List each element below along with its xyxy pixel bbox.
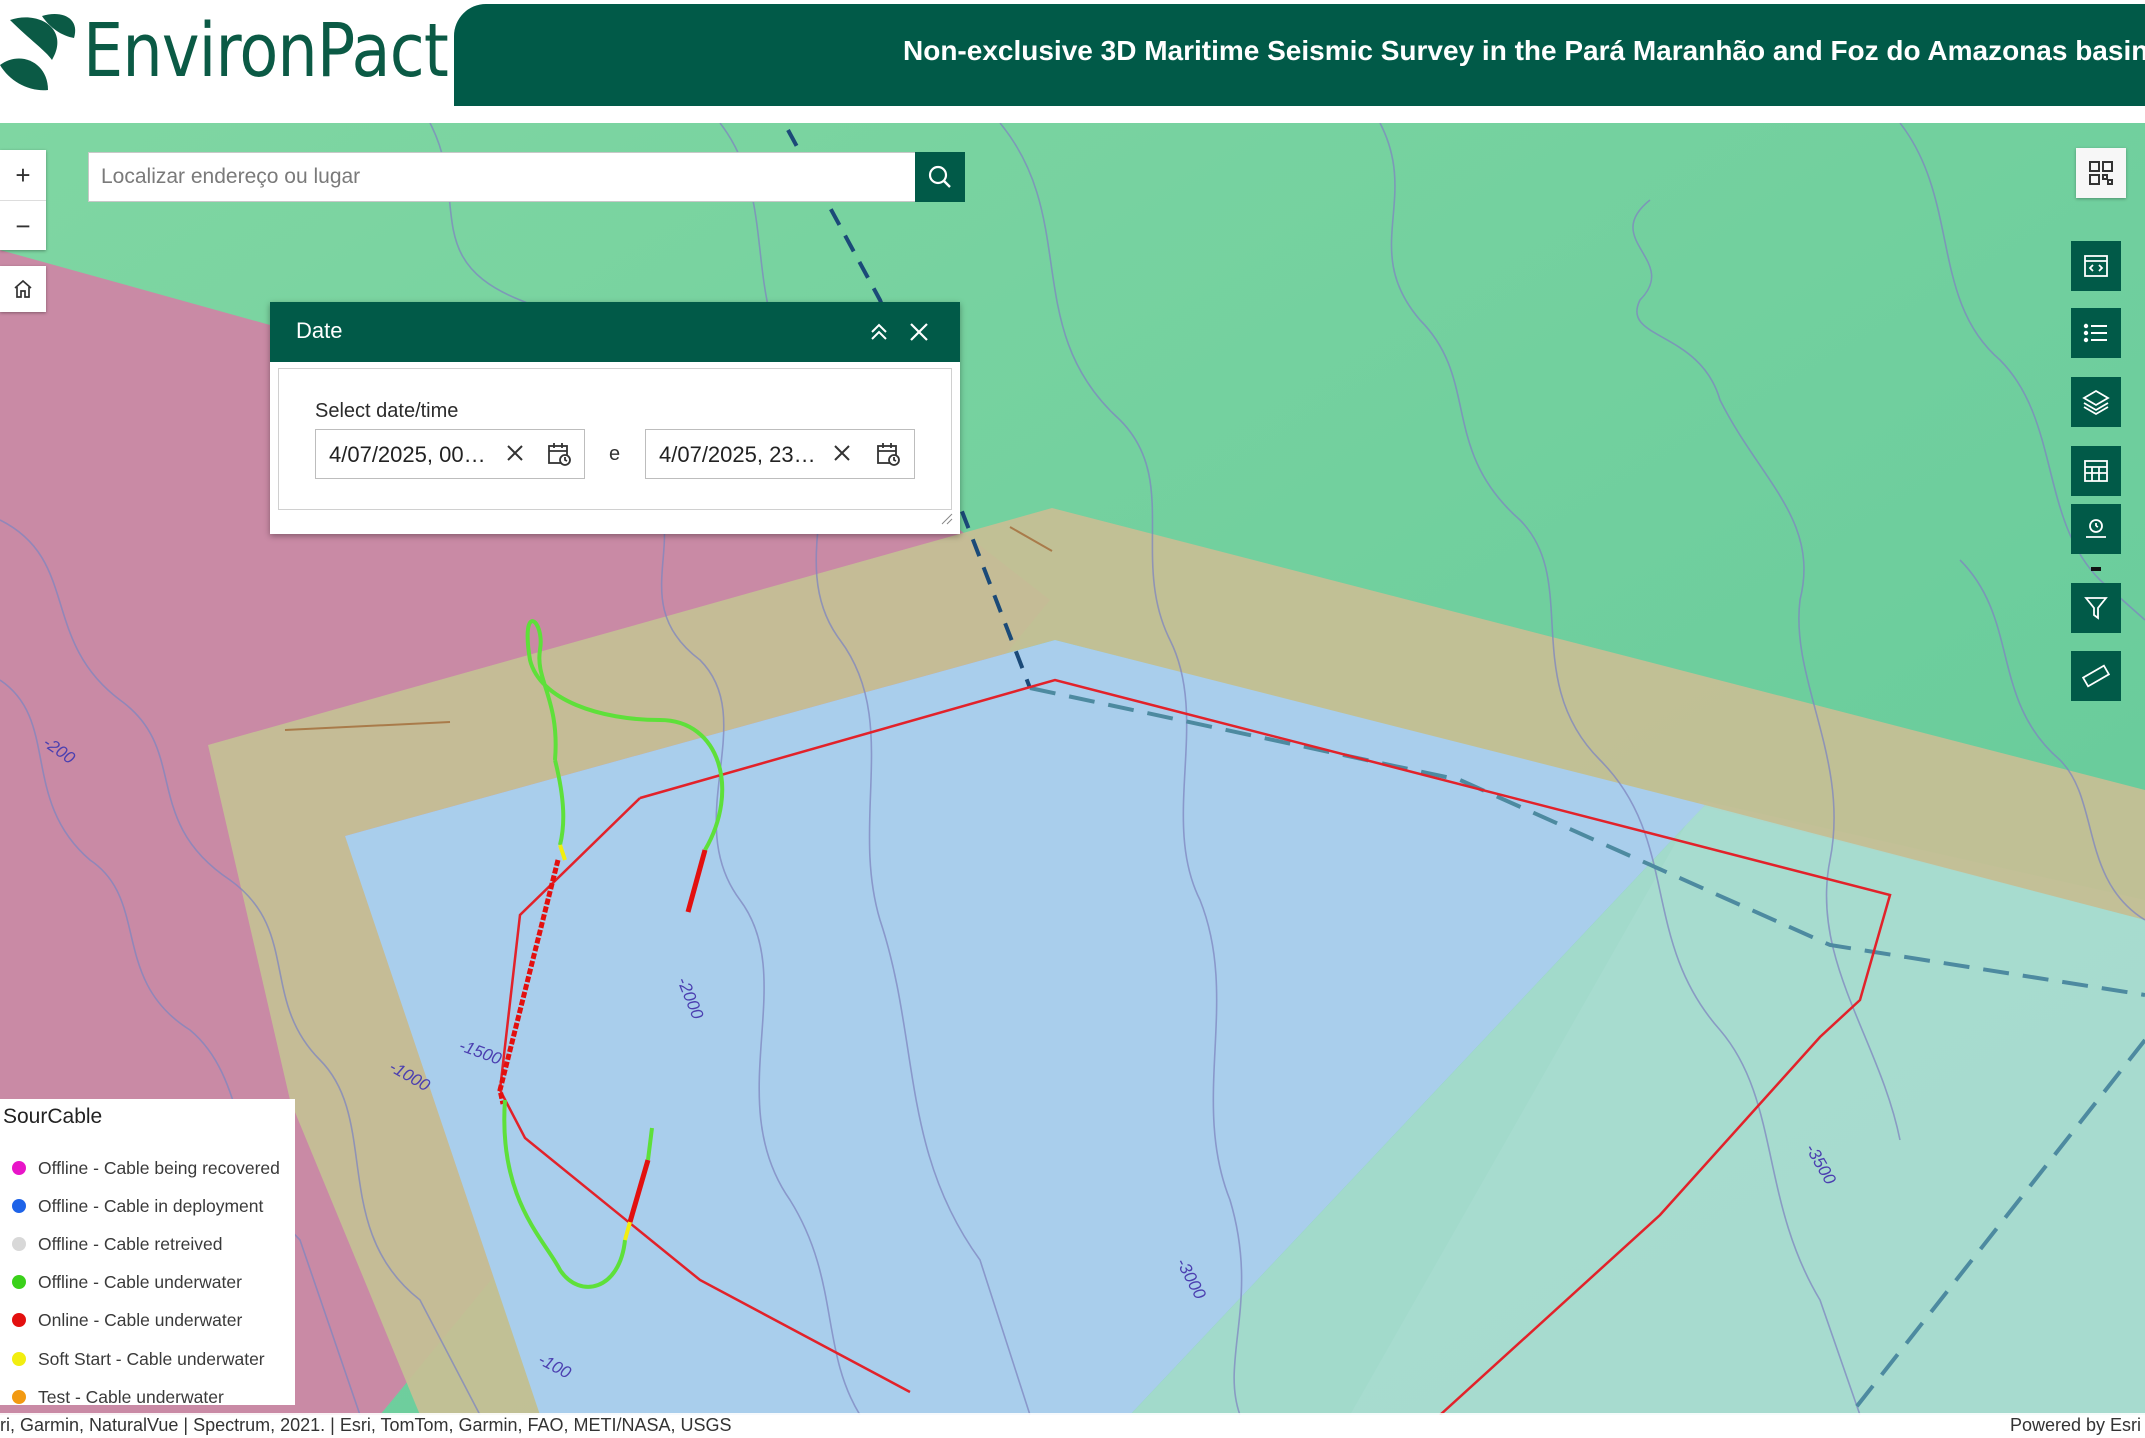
legend-swatch — [12, 1352, 26, 1366]
legend-label: Online - Cable underwater — [38, 1309, 243, 1330]
legend-label: Test - Cable underwater — [38, 1386, 224, 1407]
legend-label: Soft Start - Cable underwater — [38, 1348, 265, 1369]
legend-label: Offline - Cable in deployment — [38, 1195, 264, 1216]
legend-item: Offline - Cable being recovered — [12, 1156, 280, 1180]
measure-icon — [2082, 664, 2110, 688]
table-button[interactable] — [2071, 446, 2121, 496]
legend: SourCable Offline - Cable being recovere… — [0, 1099, 295, 1407]
search-input[interactable] — [89, 153, 915, 201]
legend-swatch — [12, 1199, 26, 1213]
resize-handle-icon[interactable] — [940, 512, 954, 526]
powered-by-link[interactable]: Powered by Esri — [2010, 1415, 2141, 1436]
legend-item: Online - Cable underwater — [12, 1308, 242, 1332]
layers-button[interactable] — [2071, 377, 2121, 427]
close-icon[interactable] — [907, 320, 931, 344]
legend-item: Offline - Cable retreived — [12, 1232, 223, 1256]
calendar-icon[interactable] — [546, 441, 572, 467]
legend-item: Offline - Cable in deployment — [12, 1194, 263, 1218]
date-separator: e — [609, 443, 621, 465]
legend-label: Offline - Cable being recovered — [38, 1157, 280, 1178]
logo: EnvironPact — [0, 0, 455, 123]
qr-code-button[interactable] — [2076, 148, 2126, 198]
embed-icon — [2084, 255, 2108, 277]
legend-title: SourCable — [3, 1105, 103, 1128]
date-label: Select date/time — [315, 400, 459, 422]
search-icon — [928, 165, 951, 188]
zoom-in-button[interactable]: + — [0, 150, 46, 201]
list-icon — [2083, 323, 2107, 343]
zoom-controls: + − — [0, 150, 46, 250]
attribution-text: ri, Garmin, NaturalVue | Spectrum, 2021.… — [0, 1415, 732, 1435]
legend-item: Soft Start - Cable underwater — [12, 1347, 265, 1371]
home-button[interactable] — [0, 266, 46, 312]
legend-swatch — [12, 1237, 26, 1251]
app-header: EnvironPact Non-exclusive 3D Maritime Se… — [0, 0, 2145, 123]
calendar-icon[interactable] — [875, 441, 901, 467]
clear-icon[interactable] — [830, 441, 854, 465]
end-date-field[interactable]: 4/07/2025, 23… — [645, 429, 915, 479]
qr-code-icon — [2089, 161, 2113, 185]
list-button[interactable] — [2071, 308, 2121, 358]
page-title: Non-exclusive 3D Maritime Seismic Survey… — [903, 35, 2145, 66]
collapse-icon[interactable] — [867, 320, 891, 344]
location-button[interactable] — [2071, 504, 2121, 554]
search-box — [88, 152, 916, 202]
legend-swatch — [12, 1313, 26, 1327]
legend-swatch — [12, 1161, 26, 1175]
home-icon — [14, 279, 32, 298]
search-button[interactable] — [915, 152, 965, 202]
legend-label: Offline - Cable retreived — [38, 1233, 223, 1254]
attribution-bar: ri, Garmin, NaturalVue | Spectrum, 2021.… — [0, 1413, 2145, 1438]
end-date-value: 4/07/2025, 23… — [659, 442, 816, 467]
filter-icon — [2084, 597, 2108, 620]
logo-text: EnvironPact — [83, 8, 449, 94]
clear-icon[interactable] — [503, 441, 527, 465]
legend-label: Offline - Cable underwater — [38, 1271, 242, 1292]
layers-icon — [2082, 389, 2110, 416]
location-icon — [2086, 519, 2106, 538]
legend-item: Offline - Cable underwater — [12, 1270, 242, 1294]
start-date-value: 4/07/2025, 00… — [329, 442, 486, 467]
zoom-out-button[interactable]: − — [0, 201, 46, 251]
legend-swatch — [12, 1390, 26, 1404]
measure-button[interactable] — [2071, 651, 2121, 701]
table-icon — [2084, 460, 2108, 482]
filter-button[interactable] — [2071, 583, 2121, 633]
start-date-field[interactable]: 4/07/2025, 00… — [315, 429, 585, 479]
legend-swatch — [12, 1275, 26, 1289]
active-indicator — [2091, 567, 2101, 571]
legend-item: Test - Cable underwater — [12, 1385, 224, 1409]
embed-button[interactable] — [2071, 241, 2121, 291]
leaf-logo-icon — [0, 14, 76, 91]
date-panel-header: Date — [270, 302, 960, 362]
date-panel-title: Date — [296, 318, 343, 343]
